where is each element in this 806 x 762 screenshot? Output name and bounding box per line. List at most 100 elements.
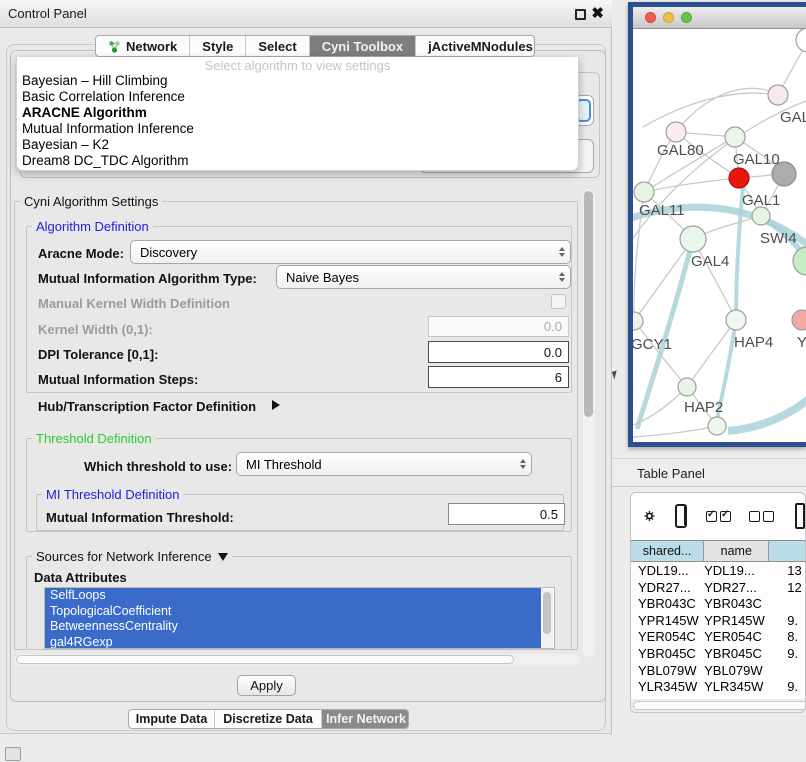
table-row[interactable]: YER054CYER054C8. (631, 629, 805, 646)
tab-select[interactable]: Select (246, 36, 309, 56)
network-node-green-right[interactable] (793, 247, 806, 275)
kernel-width-input[interactable]: 0.0 (428, 316, 569, 337)
network-node-label: Y (797, 334, 806, 351)
document-icon[interactable] (795, 503, 805, 529)
attribute-list-item[interactable]: SelfLoops (45, 588, 541, 604)
table-row[interactable]: YDR27...YDR27...12 (631, 580, 805, 597)
tab-jactivemnodules[interactable]: jActiveMNodules (416, 36, 535, 56)
dpi-tolerance-input[interactable]: 0.0 (428, 341, 569, 363)
collapse-down-icon[interactable] (218, 553, 228, 561)
column-header-name[interactable]: name (704, 541, 769, 561)
tab-impute-data[interactable]: Impute Data (129, 710, 215, 728)
minimized-panel-button[interactable] (5, 747, 21, 761)
network-edge (643, 93, 778, 127)
table-cell: YPR145W (631, 613, 704, 630)
close-traffic-light[interactable] (645, 12, 656, 23)
table-row[interactable]: YBR045CYBR045C9. (631, 646, 805, 663)
algorithm-menu-item[interactable]: Dream8 DC_TDC Algorithm (17, 153, 578, 169)
aracne-mode-combobox[interactable]: Discovery (130, 240, 571, 264)
network-node-gray-node[interactable] (772, 162, 796, 186)
settings-vertical-scrollbar-thumb[interactable] (584, 191, 593, 417)
close-icon[interactable]: ✖ (591, 4, 604, 24)
float-panel-icon[interactable] (575, 9, 586, 20)
table-cell: YBL079W (631, 663, 704, 680)
settings-horizontal-scrollbar-thumb[interactable] (16, 655, 514, 664)
which-threshold-combobox[interactable]: MI Threshold (236, 452, 532, 476)
algorithm-menu-item[interactable]: Basic Correlation Inference (17, 89, 578, 105)
expand-right-icon[interactable] (272, 400, 280, 410)
split-columns-icon[interactable] (675, 504, 687, 528)
mi-threshold-input[interactable]: 0.5 (448, 503, 565, 525)
network-node-gal-upper[interactable] (768, 85, 788, 105)
tab-style[interactable]: Style (190, 36, 246, 56)
network-node-hap2[interactable] (678, 378, 696, 396)
table-cell: YDL19... (631, 563, 704, 580)
network-window-titlebar[interactable] (633, 7, 806, 29)
network-node-gcy1[interactable] (633, 312, 643, 330)
checked-checkbox-icon (706, 511, 717, 522)
table-cell: YBR045C (631, 646, 704, 663)
algorithm-menu-item[interactable]: Mutual Information Inference (17, 121, 578, 137)
sources-title-text: Sources for Network Inference (36, 549, 212, 564)
table-cell: YBR045C (704, 646, 769, 663)
network-node-gal4[interactable] (680, 226, 706, 252)
column-header-shared-name[interactable]: shared... (631, 541, 704, 561)
network-node-gal10[interactable] (725, 127, 745, 147)
dropdown-prompt: Select algorithm to view settings (17, 58, 578, 73)
algorithm-menu-item[interactable]: Bayesian – K2 (17, 137, 578, 153)
network-node-gal80[interactable] (666, 122, 686, 142)
network-edge (633, 426, 717, 437)
network-node-hap4[interactable] (726, 310, 746, 330)
zoom-traffic-light[interactable] (681, 12, 692, 23)
tab-network[interactable]: Network (96, 36, 190, 56)
table-row[interactable]: YLR345WYLR345W9. (631, 679, 805, 696)
network-node-swi4[interactable] (752, 207, 770, 225)
table-horizontal-scrollbar-thumb[interactable] (633, 701, 806, 710)
mi-type-combobox[interactable]: Naive Bayes (276, 265, 571, 289)
mi-type-value: Naive Bayes (286, 270, 359, 285)
algorithm-menu-item[interactable]: Bayesian – Hill Climbing (17, 73, 578, 89)
attribute-list-item[interactable]: BetweennessCentrality (45, 619, 541, 635)
table-cell: YLR345W (704, 679, 769, 696)
attribute-list-scrollbar-thumb[interactable] (543, 592, 551, 634)
tab-infer-network[interactable]: Infer Network (322, 710, 409, 728)
attribute-list-scrollbar[interactable] (542, 589, 553, 648)
table-horizontal-scrollbar[interactable] (631, 699, 805, 712)
network-node-bottom-cut[interactable] (708, 417, 726, 435)
network-node-label: SWI4 (760, 230, 797, 247)
table-row[interactable]: YBR043CYBR043C (631, 596, 805, 613)
table-body: YDL19...YDL19...13YDR27...YDR27...12YBR0… (631, 563, 805, 699)
tab-discretize-data[interactable]: Discretize Data (215, 710, 322, 728)
show-columns-icon[interactable] (706, 511, 731, 522)
data-attributes-label: Data Attributes (34, 570, 127, 585)
table-row[interactable]: YDL19...YDL19...13 (631, 563, 805, 580)
network-graph: GALGAL80GAL10GAL1GAL11SWI4GAL4GCY1HAP4YH… (633, 29, 806, 441)
network-canvas[interactable]: GALGAL80GAL10GAL1GAL11SWI4GAL4GCY1HAP4YH… (633, 29, 806, 441)
attribute-list-item[interactable]: TopologicalCoefficient (45, 604, 541, 620)
network-node-gal11[interactable] (634, 182, 654, 202)
algorithm-menu-item[interactable]: ARACNE Algorithm (17, 105, 578, 121)
network-node-label: GAL11 (639, 202, 685, 219)
unchecked-checkbox-icon (763, 511, 774, 522)
hide-columns-icon[interactable] (749, 511, 774, 522)
dpi-tolerance-label: DPI Tolerance [0,1]: (38, 347, 158, 362)
network-node-salmon-right[interactable] (792, 310, 806, 330)
mi-steps-input[interactable]: 6 (428, 366, 569, 388)
attribute-list-item[interactable]: gal4RGexp (45, 635, 541, 650)
network-node-cut-top-right[interactable] (796, 29, 806, 52)
table-row[interactable]: YPR145WYPR145W9. (631, 613, 805, 630)
tab-cyni-toolbox[interactable]: Cyni Toolbox (310, 36, 416, 56)
column-header-cut[interactable] (769, 541, 805, 561)
minimize-traffic-light[interactable] (663, 12, 674, 23)
gear-icon[interactable] (644, 505, 655, 527)
sources-group-title: Sources for Network Inference (32, 549, 232, 564)
table-row[interactable]: YBL079WYBL079W (631, 663, 805, 680)
manual-kernel-checkbox[interactable] (551, 294, 566, 309)
table-cell: YLR345W (631, 679, 704, 696)
apply-button[interactable]: Apply (237, 675, 296, 696)
data-attributes-list[interactable]: SelfLoopsTopologicalCoefficientBetweenne… (44, 587, 555, 649)
table-cell: 9. (769, 613, 805, 630)
network-node-gal1[interactable] (729, 168, 749, 188)
network-view-window[interactable]: GALGAL80GAL10GAL1GAL11SWI4GAL4GCY1HAP4YH… (628, 2, 806, 447)
tab-label: Infer Network (326, 712, 406, 726)
